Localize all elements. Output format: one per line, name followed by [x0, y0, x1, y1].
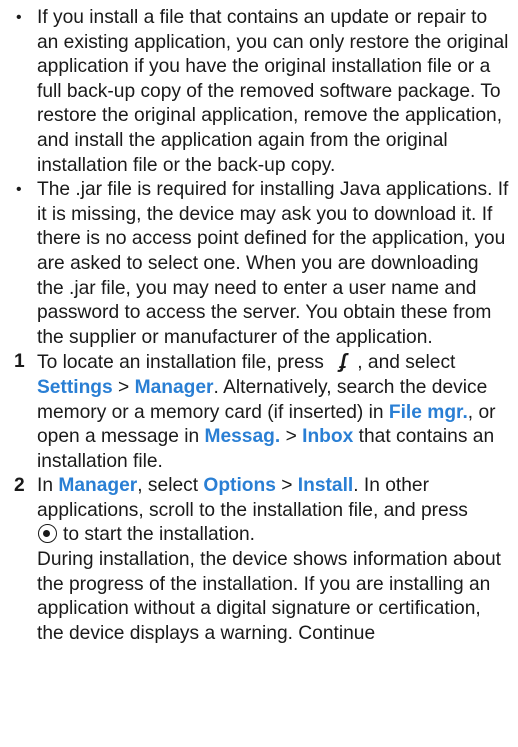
menu-path-messag: Messag. — [204, 426, 281, 448]
step-text: , and select — [357, 352, 456, 374]
select-key-icon — [38, 524, 57, 544]
bullet-text: The .jar file is required for installing… — [37, 179, 509, 348]
menu-path-install: Install — [297, 475, 354, 497]
menu-path-inbox: Inbox — [302, 426, 354, 448]
path-separator: > — [281, 475, 293, 497]
menu-path-manager: Manager — [134, 376, 214, 398]
step-number: 1 — [14, 351, 25, 373]
bullet-item-jar-file: • The .jar file is required for installi… — [10, 178, 510, 350]
step-2: 2 In Manager, select Options > Install. … — [10, 474, 510, 646]
menu-key-icon: ʄ — [340, 351, 347, 374]
step-text: , select — [137, 475, 199, 497]
path-separator: > — [285, 426, 297, 448]
menu-path-settings: Settings — [37, 376, 113, 398]
menu-path-options: Options — [203, 475, 276, 497]
step-text: During installation, the device shows in… — [37, 549, 501, 644]
path-separator: > — [118, 376, 130, 398]
menu-path-file-mgr: File mgr. — [388, 401, 468, 423]
step-1: 1 To locate an installation file, press … — [10, 350, 510, 474]
step-text: to start the installation. — [63, 524, 255, 546]
step-number: 2 — [14, 475, 25, 497]
step-text: In — [37, 475, 54, 497]
bullet-marker: • — [16, 9, 22, 26]
manual-page: • If you install a file that contains an… — [0, 0, 518, 747]
bullet-marker: • — [16, 181, 22, 199]
menu-path-manager: Manager — [58, 475, 138, 497]
bullet-item-update-repair: • If you install a file that contains an… — [10, 6, 510, 178]
bullet-text: If you install a file that contains an u… — [37, 7, 509, 176]
step-text: To locate an installation file, press — [37, 352, 324, 374]
